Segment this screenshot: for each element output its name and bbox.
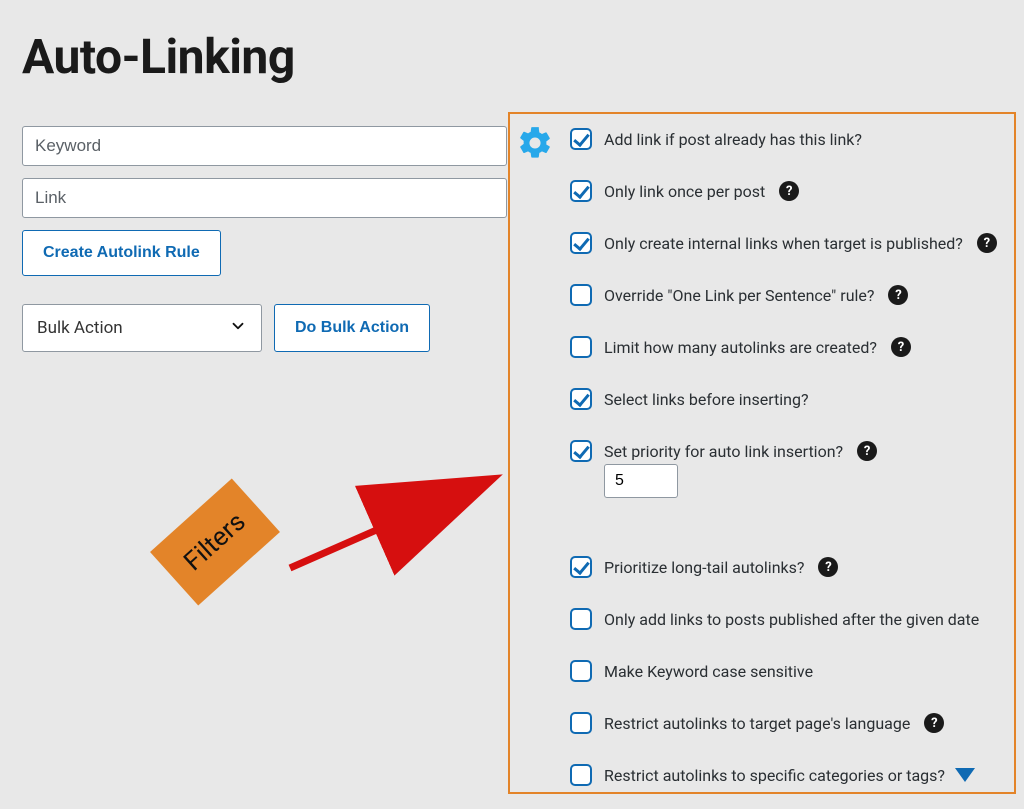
help-icon[interactable]: ? bbox=[891, 337, 911, 357]
help-icon[interactable]: ? bbox=[977, 233, 997, 253]
opt-label: Add link if post already has this link? bbox=[604, 130, 862, 149]
help-icon[interactable]: ? bbox=[888, 285, 908, 305]
opt-set-priority-checkbox[interactable] bbox=[570, 440, 592, 462]
opt-label: Override "One Link per Sentence" rule? bbox=[604, 286, 874, 305]
gear-icon bbox=[516, 124, 554, 166]
opt-label: Set priority for auto link insertion? bbox=[604, 442, 843, 461]
priority-input[interactable] bbox=[604, 464, 678, 498]
do-bulk-action-button[interactable]: Do Bulk Action bbox=[274, 304, 430, 352]
opt-after-date-checkbox[interactable] bbox=[570, 608, 592, 630]
opt-prioritize-long-checkbox[interactable] bbox=[570, 556, 592, 578]
opt-label: Make Keyword case sensitive bbox=[604, 662, 813, 681]
help-icon[interactable]: ? bbox=[857, 441, 877, 461]
opt-label: Prioritize long-tail autolinks? bbox=[604, 558, 804, 577]
opt-restrict-cats-checkbox[interactable] bbox=[570, 764, 592, 786]
page-title: Auto-Linking bbox=[22, 28, 1024, 85]
help-icon[interactable]: ? bbox=[818, 557, 838, 577]
help-icon[interactable]: ? bbox=[924, 713, 944, 733]
filters-annotation-badge: Filters bbox=[150, 478, 280, 605]
opt-select-before-checkbox[interactable] bbox=[570, 388, 592, 410]
opt-restrict-lang-checkbox[interactable] bbox=[570, 712, 592, 734]
opt-add-if-exists-checkbox[interactable] bbox=[570, 128, 592, 150]
bulk-action-value: Bulk Action bbox=[37, 318, 123, 338]
opt-label: Limit how many autolinks are created? bbox=[604, 338, 877, 357]
opt-label: Restrict autolinks to specific categorie… bbox=[604, 766, 945, 785]
opt-once-per-post-checkbox[interactable] bbox=[570, 180, 592, 202]
link-input[interactable] bbox=[22, 178, 507, 218]
settings-panel: Add link if post already has this link? … bbox=[508, 112, 1016, 794]
chevron-down-icon bbox=[229, 316, 247, 340]
opt-limit-count-checkbox[interactable] bbox=[570, 336, 592, 358]
bulk-action-select[interactable]: Bulk Action bbox=[22, 304, 262, 352]
opt-label: Only link once per post bbox=[604, 182, 765, 201]
opt-override-one-checkbox[interactable] bbox=[570, 284, 592, 306]
expand-triangle-icon[interactable] bbox=[955, 768, 975, 782]
opt-label: Only create internal links when target i… bbox=[604, 234, 963, 253]
opt-label: Select links before inserting? bbox=[604, 390, 809, 409]
help-icon[interactable]: ? bbox=[779, 181, 799, 201]
opt-label: Only add links to posts published after … bbox=[604, 610, 979, 629]
opt-label: Restrict autolinks to target page's lang… bbox=[604, 714, 910, 733]
opt-internal-published-checkbox[interactable] bbox=[570, 232, 592, 254]
opt-case-sensitive-checkbox[interactable] bbox=[570, 660, 592, 682]
create-autolink-rule-button[interactable]: Create Autolink Rule bbox=[22, 230, 221, 276]
keyword-input[interactable] bbox=[22, 126, 507, 166]
